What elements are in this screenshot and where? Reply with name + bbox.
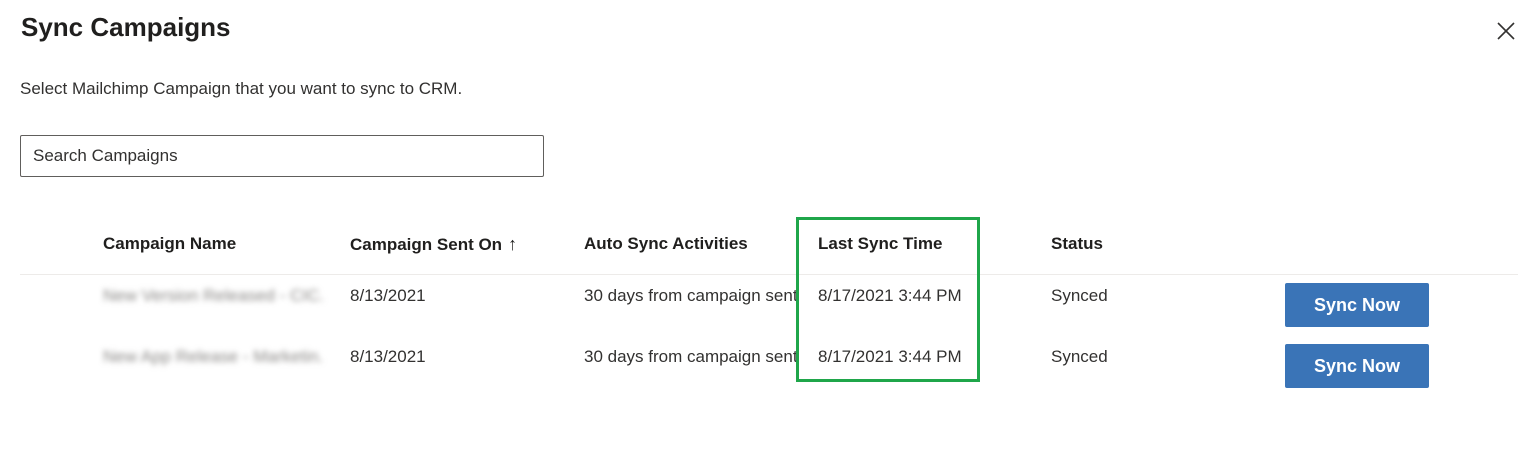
dialog-title: Sync Campaigns (21, 12, 231, 42)
sync-now-button[interactable]: Sync Now (1285, 344, 1429, 388)
sent-on-cell: 8/13/2021 (350, 347, 426, 366)
search-input[interactable] (20, 135, 544, 177)
sync-campaigns-dialog: Sync Campaigns Select Mailchimp Campaign… (0, 0, 1538, 452)
auto-sync-cell: 30 days from campaign sent (584, 347, 798, 366)
last-sync-cell: 8/17/2021 3:44 PM (818, 286, 962, 305)
campaign-name-cell: New Version Released - CIC... (103, 286, 323, 305)
sort-ascending-icon: ↑ (508, 234, 518, 254)
sync-now-button[interactable]: Sync Now (1285, 283, 1429, 327)
column-header-label: Status (1051, 234, 1103, 253)
column-header-label: Auto Sync Activities (584, 234, 748, 253)
sent-on-cell: 8/13/2021 (350, 286, 426, 305)
auto-sync-cell: 30 days from campaign sent (584, 286, 798, 305)
campaigns-table: Campaign Name Campaign Sent On ↑ Auto Syn… (20, 215, 1518, 397)
column-header-label: Campaign Sent On (350, 235, 503, 254)
column-header-label: Campaign Name (103, 234, 237, 253)
column-header-last-sync[interactable]: Last Sync Time (818, 234, 942, 254)
campaign-name-cell: New App Release - Marketin... (103, 347, 323, 366)
close-button[interactable] (1494, 19, 1518, 43)
column-header-auto-sync[interactable]: Auto Sync Activities (584, 234, 748, 254)
table-header-row: Campaign Name Campaign Sent On ↑ Auto Syn… (20, 215, 1518, 275)
dialog-subtitle: Select Mailchimp Campaign that you want … (20, 79, 463, 98)
last-sync-cell: 8/17/2021 3:44 PM (818, 347, 962, 366)
column-header-label: Last Sync Time (818, 234, 943, 253)
close-icon (1497, 22, 1515, 40)
status-cell: Synced (1051, 347, 1108, 366)
status-cell: Synced (1051, 286, 1108, 305)
column-header-sent-on[interactable]: Campaign Sent On ↑ (350, 234, 517, 255)
table-row[interactable]: New App Release - Marketin... 8/13/2021 … (20, 336, 1518, 397)
column-header-campaign-name[interactable]: Campaign Name (103, 234, 236, 254)
column-header-status[interactable]: Status (1051, 234, 1103, 254)
table-row[interactable]: New Version Released - CIC... 8/13/2021 … (20, 275, 1518, 336)
